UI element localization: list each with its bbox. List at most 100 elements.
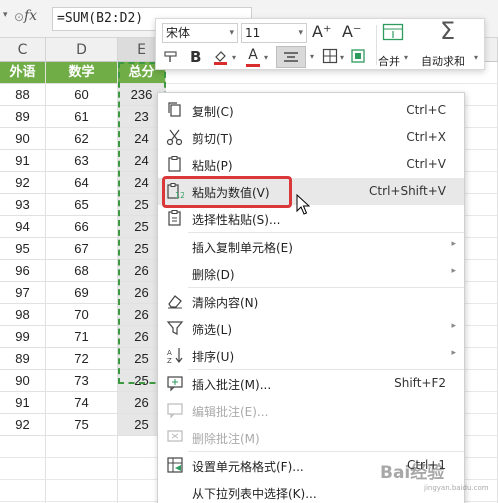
table-cell[interactable]: 70 (46, 304, 118, 326)
fill-color-dropdown-icon[interactable]: ▾ (232, 53, 236, 62)
decrease-font-button[interactable]: A⁻ (342, 22, 361, 41)
align-dropdown-icon[interactable]: ▾ (310, 52, 314, 61)
table-cell[interactable]: 73 (46, 370, 118, 392)
table-cell[interactable]: 91 (0, 150, 46, 172)
menu-item[interactable]: 插入批注(M)... Shift+F2 (158, 370, 464, 397)
table-cell[interactable]: 60 (46, 84, 118, 106)
autosum-icon[interactable]: Σ (440, 17, 455, 45)
table-cell[interactable]: 92 (0, 172, 46, 194)
svg-text:A: A (167, 349, 172, 357)
menu-item[interactable]: 选择性粘贴(S)... (158, 205, 464, 232)
menu-item-label: 编辑批注(E)... (192, 405, 269, 419)
edit-comment-icon (166, 401, 184, 419)
table-cell[interactable]: 64 (46, 172, 118, 194)
table-cell[interactable]: 71 (46, 326, 118, 348)
font-name-select[interactable]: 宋体 ▾ (162, 23, 238, 43)
menu-item[interactable]: 筛选(L) ▸ (158, 315, 464, 342)
table-cell[interactable]: 88 (0, 84, 46, 106)
watermark-subtext: jingyan.baidu.com (424, 484, 489, 492)
table-cell[interactable]: 98 (0, 304, 46, 326)
fill-color-icon[interactable] (212, 48, 230, 69)
scissors-icon (166, 128, 184, 146)
table-cell[interactable]: 90 (0, 370, 46, 392)
submenu-arrow-icon: ▸ (451, 266, 456, 276)
font-size-select[interactable]: 11 ▾ (241, 23, 307, 43)
table-cell[interactable]: 67 (46, 238, 118, 260)
menu-item[interactable]: 插入复制单元格(E) ▸ (158, 233, 464, 260)
table-cell[interactable]: 外语 (0, 62, 46, 84)
table-cell[interactable] (0, 480, 46, 502)
table-cell[interactable]: 90 (0, 128, 46, 150)
menu-item-label: 删除批注(M) (192, 432, 260, 446)
borders-dropdown-icon[interactable]: ▾ (340, 53, 344, 62)
table-cell[interactable]: 72 (46, 348, 118, 370)
table-cell[interactable] (46, 480, 118, 502)
table-cell[interactable] (0, 458, 46, 480)
table-cell[interactable] (46, 436, 118, 458)
format-painter-icon[interactable] (162, 49, 180, 67)
table-cell[interactable]: 62 (46, 128, 118, 150)
autosum-button[interactable]: 自动求和 (421, 53, 465, 69)
table-cell[interactable] (46, 458, 118, 480)
table-cell[interactable] (0, 436, 46, 458)
table-cell[interactable]: 91 (0, 392, 46, 414)
menu-item[interactable]: 复制(C) Ctrl+C (158, 97, 464, 124)
table-cell[interactable]: 61 (46, 106, 118, 128)
menu-item[interactable]: A Z 排序(U) ▸ (158, 342, 464, 369)
column-header-d[interactable]: D (46, 38, 118, 62)
table-cell[interactable]: 89 (0, 106, 46, 128)
watermark-text: Bai经验 (380, 463, 445, 483)
table-cell[interactable]: 65 (46, 194, 118, 216)
table-cell[interactable]: 68 (46, 260, 118, 282)
merge-cells-icon[interactable] (382, 23, 404, 44)
menu-item-label: 清除内容(N) (192, 296, 259, 310)
table-cell[interactable]: 89 (0, 348, 46, 370)
menu-item-label: 从下拉列表中选择(K)... (192, 487, 317, 501)
name-box-dropdown-icon[interactable]: ▾ (3, 10, 8, 20)
table-cell[interactable]: 66 (46, 216, 118, 238)
table-cell[interactable]: 99 (0, 326, 46, 348)
menu-item[interactable]: 12 粘贴为数值(V) Ctrl+Shift+V (158, 178, 464, 205)
font-color-dropdown-icon[interactable]: ▾ (264, 53, 268, 62)
table-cell[interactable]: 69 (46, 282, 118, 304)
font-color-button[interactable]: A (246, 47, 260, 67)
autosum-dropdown-icon[interactable]: ▾ (474, 53, 478, 62)
table-cell[interactable]: 96 (0, 260, 46, 282)
font-size-value: 11 (245, 26, 261, 40)
font-color-swatch (246, 64, 260, 67)
menu-item[interactable]: 删除(D) ▸ (158, 260, 464, 287)
menu-item-label: 粘贴为数值(V) (192, 186, 270, 200)
table-cell[interactable]: 74 (46, 392, 118, 414)
format-cells-icon (166, 456, 184, 474)
align-center-button[interactable] (276, 46, 306, 68)
merge-cells-button[interactable]: 合并 (378, 53, 400, 69)
table-cell[interactable]: 63 (46, 150, 118, 172)
mouse-pointer-icon (296, 194, 310, 215)
filter-icon (166, 319, 184, 337)
menu-item: 编辑批注(E)... (158, 397, 464, 424)
table-cell[interactable]: 75 (46, 414, 118, 436)
table-cell[interactable]: 数学 (46, 62, 118, 84)
column-header-c[interactable]: C (0, 38, 46, 62)
insert-function-button[interactable]: fx (24, 8, 37, 24)
menu-item[interactable]: 粘贴(P) Ctrl+V (158, 151, 464, 178)
increase-font-button[interactable]: A⁺ (312, 22, 331, 41)
submenu-arrow-icon: ▸ (451, 348, 456, 358)
menu-item-label: 排序(U) (192, 350, 235, 364)
menu-item-shortcut: Shift+F2 (394, 376, 446, 390)
cell-style-icon[interactable] (350, 48, 366, 67)
menu-item[interactable]: 清除内容(N) (158, 288, 464, 315)
borders-icon[interactable] (322, 48, 338, 67)
cancel-formula-icon[interactable]: ⊙ (14, 10, 24, 24)
merge-dropdown-icon[interactable]: ▾ (404, 53, 408, 62)
table-cell[interactable]: 94 (0, 216, 46, 238)
table-cell[interactable]: 92 (0, 414, 46, 436)
menu-item[interactable]: 剪切(T) Ctrl+X (158, 124, 464, 151)
table-cell[interactable]: 93 (0, 194, 46, 216)
bold-button[interactable]: B (190, 48, 201, 66)
table-cell[interactable]: 95 (0, 238, 46, 260)
paste-icon (166, 155, 184, 173)
menu-item-label: 插入批注(M)... (192, 378, 272, 392)
font-color-label: A (248, 47, 258, 63)
table-cell[interactable]: 97 (0, 282, 46, 304)
